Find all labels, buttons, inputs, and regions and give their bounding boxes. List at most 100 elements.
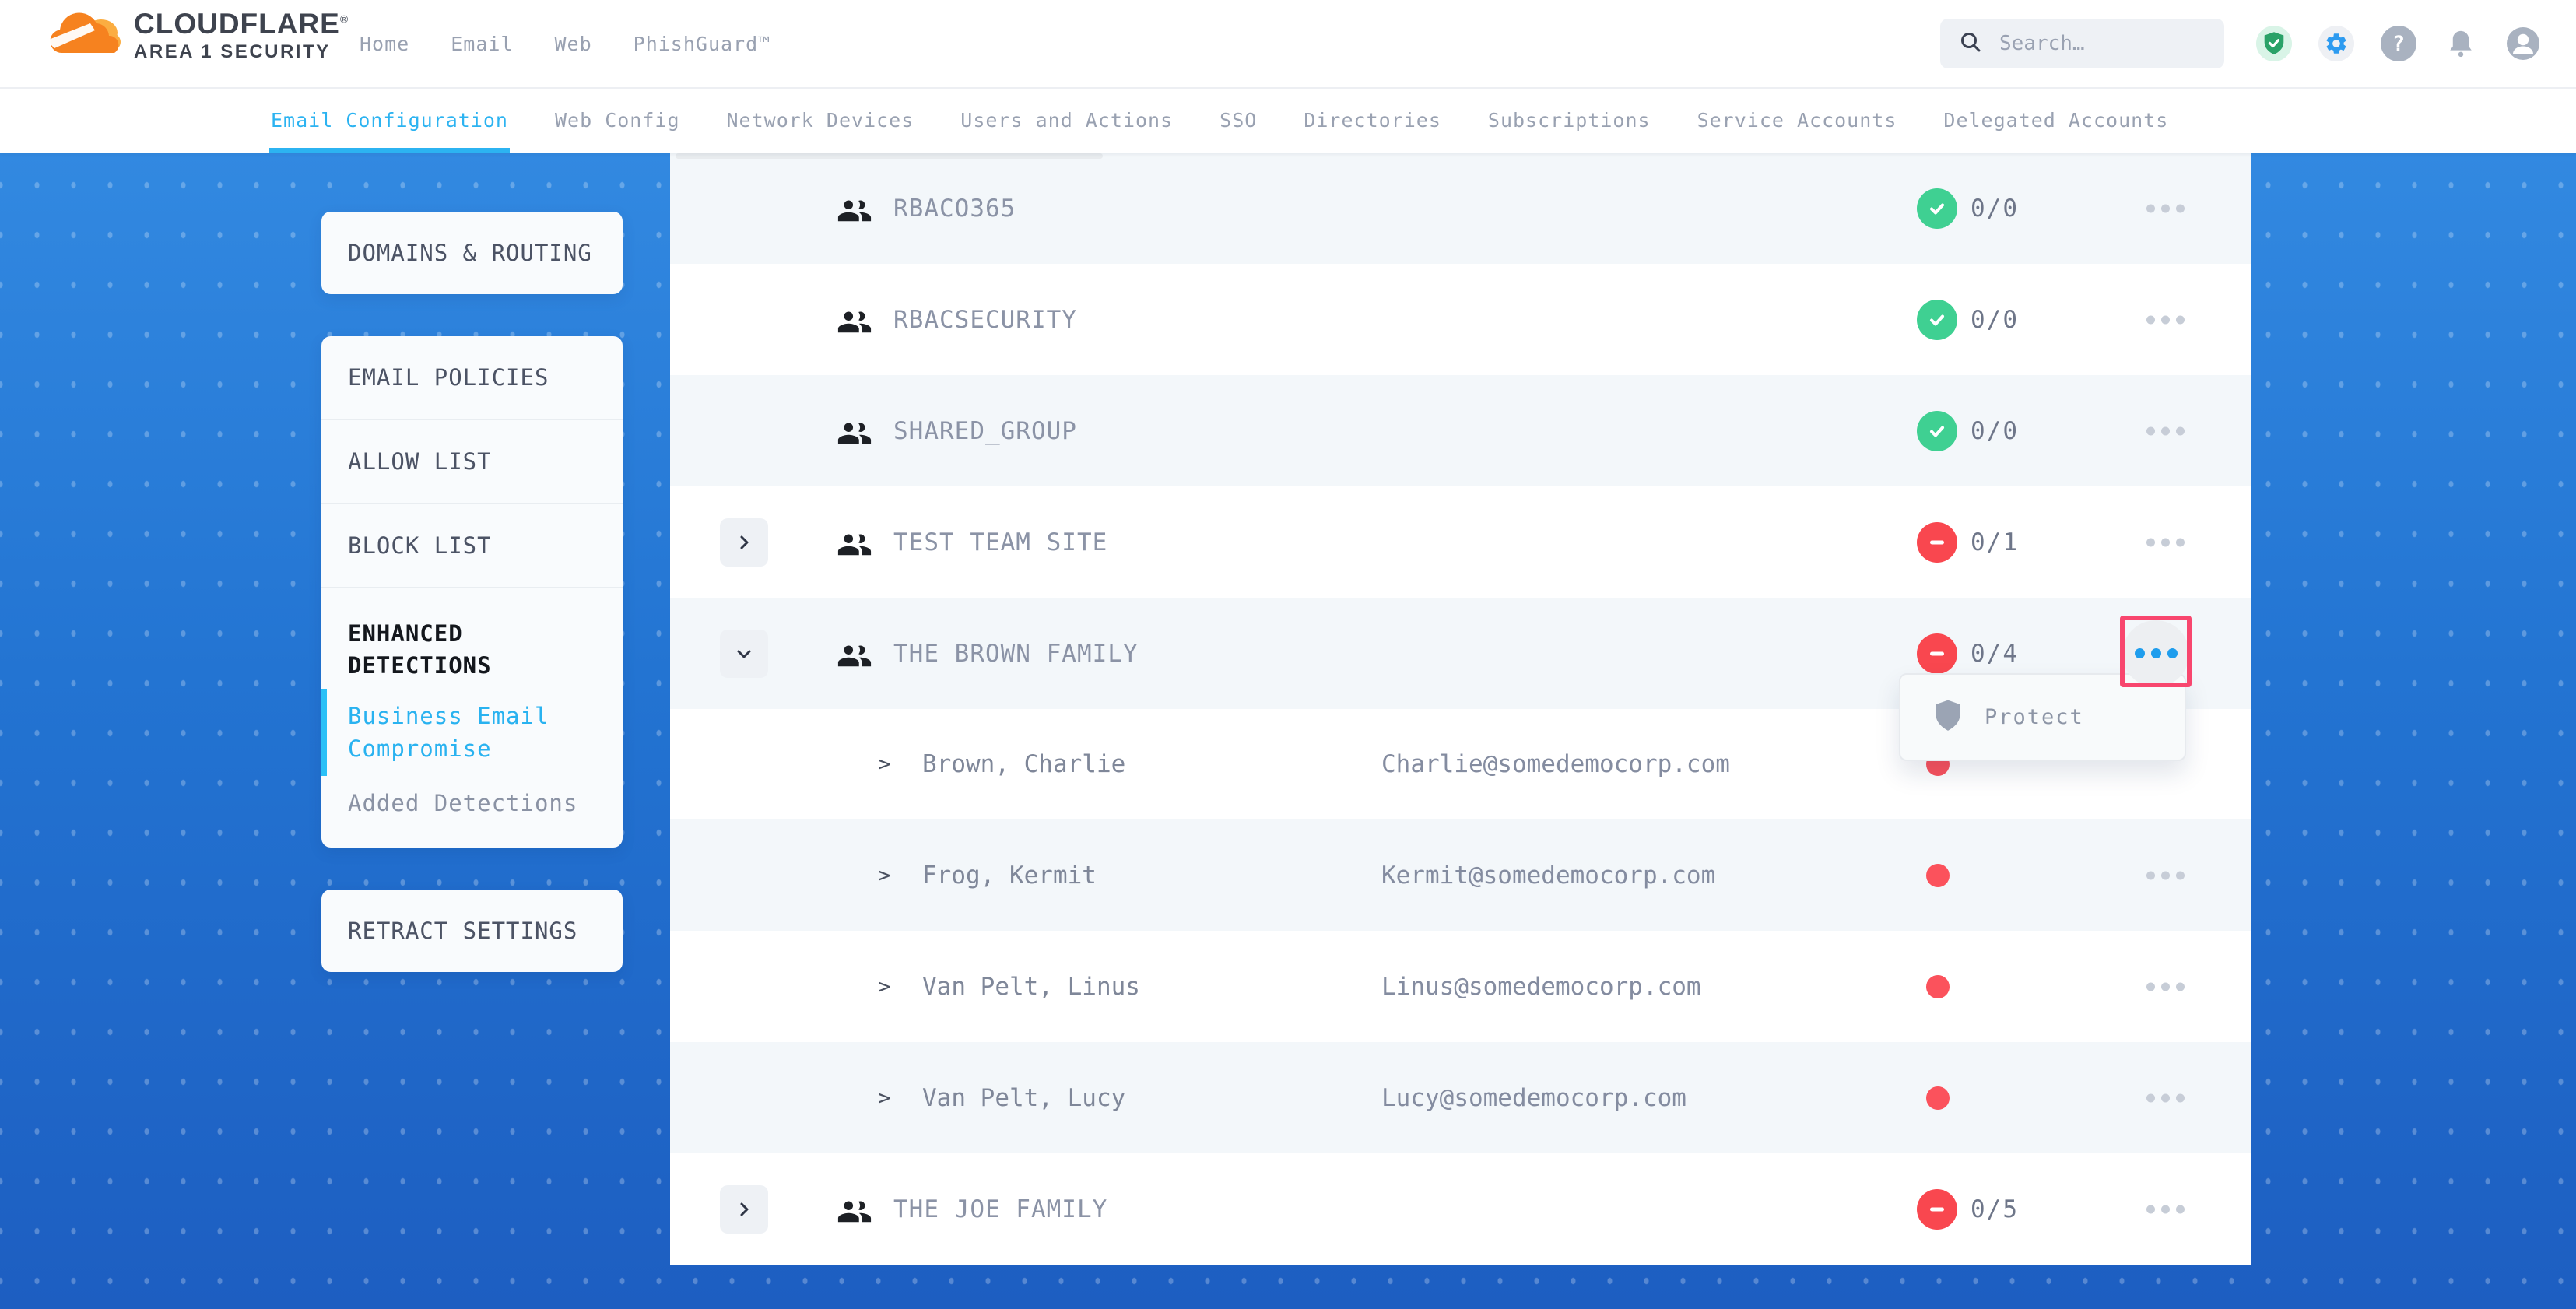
member-status-dot-red [1926,864,1950,887]
shield-check-icon[interactable] [2256,26,2292,61]
tab-web-config[interactable]: Web Config [555,87,680,153]
search-bar[interactable] [1940,19,2224,68]
expand-button-test-team-site[interactable] [720,518,768,567]
sidebar-item-retract-settings[interactable]: RETRACT SETTINGS [321,890,623,972]
shield-icon [1933,699,1963,736]
help-icon[interactable]: ? [2381,26,2416,61]
brand-subtitle: AREA 1 SECURITY [134,41,349,64]
brand-title: CLOUDFLARE® [134,8,349,41]
member-email: Lucy@somedemocorp.com [1381,1084,1686,1112]
status-blocked-badge [1917,522,1957,563]
sidebar-item-added-detections[interactable]: Added Detections [321,777,623,848]
member-chevron-right-icon[interactable]: > [878,863,890,887]
table-row-shared-group[interactable]: SHARED_GROUP 0/0 [670,375,2251,486]
member-chevron-right-icon[interactable]: > [878,974,890,998]
status-blocked-badge [1917,633,1957,674]
sidebar-item-block-list[interactable]: BLOCK LIST [321,504,623,587]
row-menu-van-pelt-linus[interactable] [2143,974,2188,998]
sidebar-card-domains-routing: DOMAINS & ROUTING [321,212,623,294]
group-name: RBACSECURITY [893,306,1077,334]
expand-button-the-joe-family[interactable] [720,1185,768,1234]
member-name: Brown, Charlie [922,750,1125,778]
top-navigation: Home Email Web PhishGuard™ [360,0,770,87]
sidebar-item-business-email-compromise[interactable]: Business Email Compromise [321,687,623,777]
search-input[interactable] [1998,31,2195,56]
table-row-the-joe-family[interactable]: THE JOE FAMILY 0/5 [670,1153,2251,1265]
member-status-dot-red [1926,975,1950,998]
protection-count: 0/5 [1971,1195,2019,1223]
tab-delegated-accounts[interactable]: Delegated Accounts [1943,87,2168,153]
account-icon[interactable] [2505,26,2541,61]
row-menu-frog-kermit[interactable] [2143,863,2188,887]
secondary-navigation: Email Configuration Web Config Network Dev… [0,87,2576,153]
table-row-van-pelt-linus[interactable]: > Van Pelt, Linus Linus@somedemocorp.com [670,931,2251,1042]
table-row-van-pelt-lucy[interactable]: > Van Pelt, Lucy Lucy@somedemocorp.com [670,1042,2251,1153]
row-menu-test-team-site[interactable] [2143,530,2188,554]
table-row-test-team-site[interactable]: TEST TEAM SITE 0/1 [670,486,2251,598]
row-menu-the-brown-family[interactable] [2122,620,2189,687]
member-email: Charlie@somedemocorp.com [1381,750,1730,778]
sidebar-card-email-policies: EMAIL POLICIESALLOW LISTBLOCK LISTENHANC… [321,336,623,848]
brand-registered-mark: ® [340,13,349,26]
member-name: Van Pelt, Lucy [922,1084,1125,1112]
topnav-link-phishguard[interactable]: PhishGuard™ [633,33,771,55]
row-menu-rbaco365[interactable] [2143,196,2188,220]
row-menu-shared-group[interactable] [2143,419,2188,443]
member-name: Frog, Kermit [922,862,1097,890]
tab-sso[interactable]: SSO [1220,87,1257,153]
table-row-frog-kermit[interactable]: > Frog, Kermit Kermit@somedemocorp.com [670,819,2251,931]
sidebar-item-allow-list[interactable]: ALLOW LIST [321,420,623,503]
settings-gear-icon[interactable] [2318,26,2354,61]
row-menu-the-joe-family[interactable] [2143,1197,2188,1221]
member-chevron-right-icon[interactable]: > [878,753,890,777]
protection-count: 0/1 [1971,528,2019,556]
notifications-bell-icon[interactable] [2443,26,2479,61]
tab-subscriptions[interactable]: Subscriptions [1488,87,1651,153]
sidebar-item-email-policies[interactable]: EMAIL POLICIES [321,336,623,419]
header-status-icons: ? [2256,26,2541,61]
sidebar-item-enhanced-detections: ENHANCED DETECTIONS [321,588,623,687]
chevron-right-icon [735,1201,753,1218]
chevron-down-icon [735,645,753,662]
member-chevron-right-icon[interactable]: > [878,1086,890,1110]
collapse-button-the-brown-family[interactable] [720,630,768,678]
group-name: SHARED_GROUP [893,417,1077,445]
protection-count: 0/0 [1971,306,2019,334]
menu-item-protect[interactable]: Protect [1985,705,2084,729]
row-menu-rbacsecurity[interactable] [2143,307,2188,332]
tab-directories[interactable]: Directories [1304,87,1441,153]
tab-service-accounts[interactable]: Service Accounts [1697,87,1897,153]
cloudflare-cloud-icon [45,8,123,62]
member-name: Van Pelt, Linus [922,973,1140,1001]
member-status-dot-red [1926,1086,1950,1110]
status-ok-badge [1917,300,1957,340]
group-name: THE JOE FAMILY [893,1195,1107,1223]
topnav-link-web[interactable]: Web [554,33,591,55]
row-menu-van-pelt-lucy[interactable] [2143,1086,2188,1110]
protection-count: 0/0 [1971,417,2019,445]
table-row-rbaco365[interactable]: RBACO365 0/0 [670,153,2251,264]
tab-users-and-actions[interactable]: Users and Actions [960,87,1173,153]
status-blocked-badge [1917,1189,1957,1230]
group-name: RBACO365 [893,195,1016,223]
horizontal-scrollbar-thumb[interactable] [676,153,1103,159]
help-glyph: ? [2392,32,2405,56]
tab-network-devices[interactable]: Network Devices [727,87,914,153]
topnav-link-email[interactable]: Email [451,33,513,55]
status-ok-badge [1917,411,1957,451]
search-icon [1959,30,1982,57]
sidebar-card-retract-settings: RETRACT SETTINGS [321,890,623,972]
group-name: TEST TEAM SITE [893,528,1107,556]
status-ok-badge [1917,188,1957,229]
protection-count: 0/4 [1971,640,2019,668]
topnav-link-home[interactable]: Home [360,33,409,55]
sidebar-item-domains-routing[interactable]: DOMAINS & ROUTING [321,212,623,294]
group-name: THE BROWN FAMILY [893,640,1139,668]
cloudflare-logo[interactable]: CLOUDFLARE® AREA 1 SECURITY [45,8,349,63]
member-email: Linus@somedemocorp.com [1381,973,1701,1001]
chevron-right-icon [735,534,753,551]
tab-email-configuration[interactable]: Email Configuration [271,87,508,153]
protection-count: 0/0 [1971,195,2019,223]
member-email: Kermit@somedemocorp.com [1381,862,1715,890]
table-row-rbacsecurity[interactable]: RBACSECURITY 0/0 [670,264,2251,375]
